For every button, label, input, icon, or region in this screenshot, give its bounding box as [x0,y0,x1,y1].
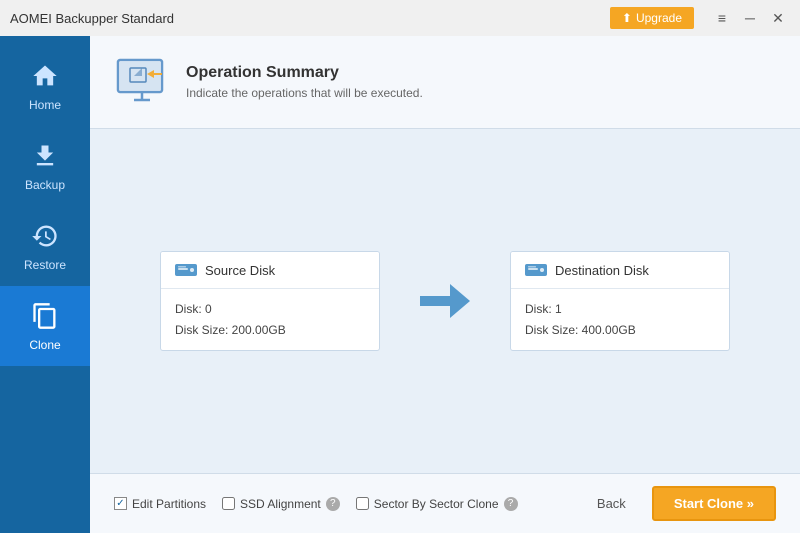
dest-disk-num: Disk: 1 [525,299,715,319]
minimize-button[interactable]: ─ [738,6,762,30]
sidebar-item-home[interactable]: Home [0,46,90,126]
source-disk-icon [175,262,197,278]
sidebar: Home Backup Restore [0,36,90,533]
source-disk-size: Disk Size: 200.00GB [175,320,365,340]
operation-summary-icon [114,54,170,110]
edit-partitions-label: Edit Partitions [132,497,206,511]
dest-disk-icon [525,262,547,278]
sector-by-sector-checkbox[interactable] [356,497,369,510]
ssd-alignment-checkbox[interactable] [222,497,235,510]
dest-disk-title: Destination Disk [555,263,649,278]
backup-icon [29,140,61,172]
dest-disk-size: Disk Size: 400.00GB [525,320,715,340]
arrow-right-icon [420,284,470,318]
restore-icon [29,220,61,252]
content-footer: ✓ Edit Partitions SSD Alignment ? Sector… [90,473,800,533]
sidebar-item-backup[interactable]: Backup [0,126,90,206]
content-area: Operation Summary Indicate the operation… [90,36,800,533]
app-title: AOMEI Backupper Standard [10,11,602,26]
dest-disk-header: Destination Disk [511,252,729,289]
dest-disk-body: Disk: 1 Disk Size: 400.00GB [511,289,729,350]
clone-icon [29,300,61,332]
menu-button[interactable]: ≡ [710,6,734,30]
dest-disk-card: Destination Disk Disk: 1 Disk Size: 400.… [510,251,730,351]
ssd-alignment-label: SSD Alignment [240,497,321,511]
start-clone-button[interactable]: Start Clone » [652,486,776,521]
header-subtitle: Indicate the operations that will be exe… [186,86,423,100]
sidebar-item-clone-label: Clone [29,338,60,352]
upgrade-icon: ⬆ [622,11,632,25]
sector-by-sector-help-icon[interactable]: ? [504,497,518,511]
app-body: Home Backup Restore [0,36,800,533]
source-disk-title: Source Disk [205,263,275,278]
sidebar-item-restore-label: Restore [24,258,66,272]
home-icon [29,60,61,92]
arrow-container [420,284,470,318]
sidebar-item-home-label: Home [29,98,61,112]
upgrade-button[interactable]: ⬆ Upgrade [610,7,694,29]
content-header: Operation Summary Indicate the operation… [90,36,800,129]
window-controls: ≡ ─ ✕ [710,6,790,30]
source-disk-card: Source Disk Disk: 0 Disk Size: 200.00GB [160,251,380,351]
sidebar-item-clone[interactable]: Clone [0,286,90,366]
header-title: Operation Summary [186,64,423,82]
footer-options: ✓ Edit Partitions SSD Alignment ? Sector… [114,497,561,511]
sidebar-item-backup-label: Backup [25,178,65,192]
close-button[interactable]: ✕ [766,6,790,30]
content-main: Source Disk Disk: 0 Disk Size: 200.00GB [90,129,800,473]
header-text: Operation Summary Indicate the operation… [186,64,423,100]
footer-buttons: Back Start Clone » [581,486,776,521]
source-disk-header: Source Disk [161,252,379,289]
sector-by-sector-label: Sector By Sector Clone [374,497,499,511]
ssd-alignment-help-icon[interactable]: ? [326,497,340,511]
sector-by-sector-option[interactable]: Sector By Sector Clone ? [356,497,518,511]
edit-partitions-option[interactable]: ✓ Edit Partitions [114,497,206,511]
edit-partitions-check-icon: ✓ [114,497,127,510]
titlebar: AOMEI Backupper Standard ⬆ Upgrade ≡ ─ ✕ [0,0,800,36]
sidebar-item-restore[interactable]: Restore [0,206,90,286]
source-disk-body: Disk: 0 Disk Size: 200.00GB [161,289,379,350]
back-button[interactable]: Back [581,486,642,521]
ssd-alignment-option[interactable]: SSD Alignment ? [222,497,340,511]
source-disk-num: Disk: 0 [175,299,365,319]
